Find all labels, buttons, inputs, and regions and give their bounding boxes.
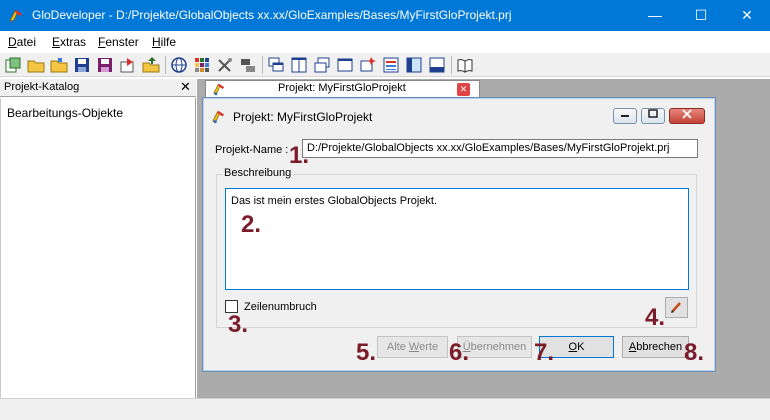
restore-windows-icon[interactable] <box>313 56 331 74</box>
edit-description-button[interactable] <box>665 297 688 318</box>
save-all-icon[interactable] <box>96 56 114 74</box>
open-file-icon[interactable] <box>50 56 68 74</box>
toolbar-separator <box>262 56 263 74</box>
document-tab[interactable]: Projekt: MyFirstGloProjekt ✕ <box>205 80 480 97</box>
menu-bar: Datei Extras Fenster Hilfe <box>0 31 770 53</box>
dialog-close-button[interactable] <box>669 108 705 124</box>
description-group-label: Beschreibung <box>222 167 294 179</box>
dialog-title: Projekt: MyFirstGloProjekt <box>233 110 373 124</box>
single-window-icon[interactable] <box>336 56 354 74</box>
export-icon[interactable] <box>119 56 137 74</box>
pencil-icon <box>671 302 681 313</box>
open-folder-icon[interactable] <box>27 56 45 74</box>
catalog-item-bearbeitungs-objekte[interactable]: Bearbeitungs-Objekte <box>7 106 123 120</box>
cascade-windows-icon[interactable] <box>267 56 285 74</box>
callout-1: 1. <box>289 142 310 169</box>
project-dialog-icon <box>212 110 225 124</box>
callout-4: 4. <box>645 304 666 331</box>
callout-8: 8. <box>684 339 705 366</box>
menu-hilfe[interactable]: Hilfe <box>152 35 176 49</box>
toolbar <box>0 53 770 77</box>
callout-6: 6. <box>449 339 470 366</box>
toggle-left-panel-icon[interactable] <box>405 56 423 74</box>
document-tab-label: Projekt: MyFirstGloProjekt <box>278 82 406 94</box>
project-catalog-header: Projekt-Katalog ✕ <box>0 79 196 97</box>
tile-vertical-icon[interactable] <box>290 56 308 74</box>
project-name-label: Projekt-Name : <box>215 144 289 156</box>
tools-icon[interactable] <box>216 56 234 74</box>
toolbar-separator <box>165 56 166 74</box>
project-catalog-panel: Bearbeitungs-Objekte <box>0 98 196 398</box>
menu-extras[interactable]: Extras <box>52 35 86 49</box>
menu-datei[interactable]: Datei <box>8 35 36 49</box>
cancel-button[interactable]: Abbrechen <box>622 336 689 358</box>
window-title: GloDeveloper - D:/Projekte/GlobalObjects… <box>32 8 512 22</box>
project-name-field[interactable]: D:/Projekte/GlobalObjects xx.xx/GloExamp… <box>302 139 698 158</box>
properties-icon[interactable] <box>239 56 257 74</box>
import-icon[interactable] <box>142 56 160 74</box>
callout-5: 5. <box>356 339 377 366</box>
project-tab-icon <box>213 83 225 96</box>
toggle-bottom-panel-icon[interactable] <box>428 56 446 74</box>
window-titlebar: GloDeveloper - D:/Projekte/GlobalObjects… <box>0 0 770 31</box>
grid-palette-icon[interactable] <box>193 56 211 74</box>
project-catalog-title: Projekt-Katalog <box>4 81 80 93</box>
globe-icon[interactable] <box>170 56 188 74</box>
callout-2: 2. <box>241 211 262 238</box>
maximize-button[interactable]: ☐ <box>678 0 724 31</box>
save-icon[interactable] <box>73 56 91 74</box>
dialog-maximize-button[interactable] <box>641 108 665 124</box>
callout-3: 3. <box>228 311 249 338</box>
status-bar <box>0 398 770 420</box>
help-book-icon[interactable] <box>456 56 474 74</box>
maximize-icon <box>648 109 658 118</box>
callout-7: 7. <box>534 339 555 366</box>
project-catalog-close-icon[interactable]: ✕ <box>180 79 191 95</box>
window-list-icon[interactable] <box>382 56 400 74</box>
new-project-icon[interactable] <box>4 56 22 74</box>
close-button[interactable]: ✕ <box>724 0 770 31</box>
dialog-minimize-button[interactable] <box>613 108 637 124</box>
minimize-icon <box>621 115 629 117</box>
glodeveloper-logo-icon <box>9 10 22 23</box>
minimize-button[interactable]: — <box>632 0 678 31</box>
line-wrap-label: Zeilenumbruch <box>244 301 317 313</box>
restore-defaults-button[interactable]: Alte Werte <box>377 336 448 358</box>
menu-fenster[interactable]: Fenster <box>98 35 139 49</box>
description-textarea[interactable]: Das ist mein erstes GlobalObjects Projek… <box>225 188 689 290</box>
close-icon <box>682 109 692 119</box>
new-window-icon[interactable] <box>359 56 377 74</box>
document-tab-close-icon[interactable]: ✕ <box>457 83 470 96</box>
toolbar-separator <box>451 56 452 74</box>
